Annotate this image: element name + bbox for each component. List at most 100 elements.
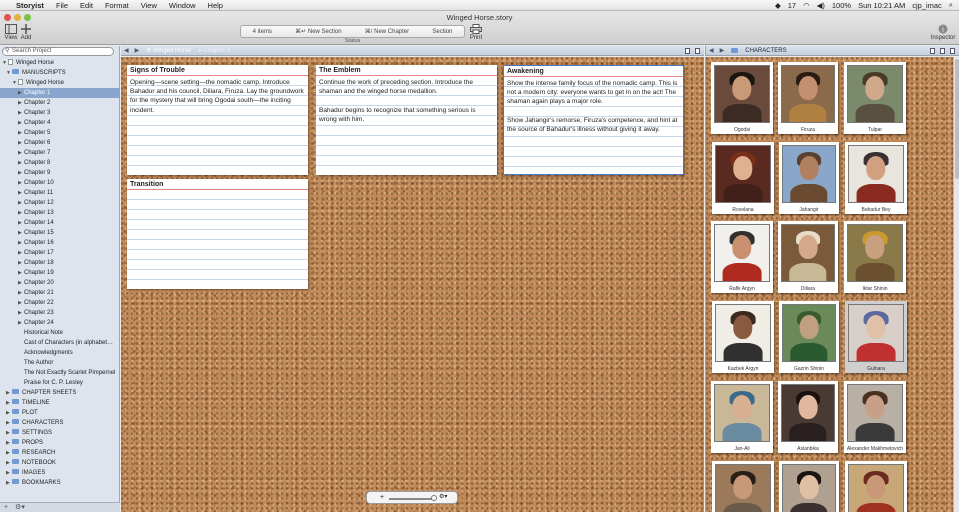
sidebar-chapter-item[interactable]: ▶ Chapter 11: [0, 188, 120, 198]
sidebar-document-item[interactable]: ▶Cast of Characters (in alphabet…: [0, 338, 120, 348]
sidebar-chapter-item[interactable]: ▶ Chapter 8: [0, 158, 120, 168]
sidebar-chapter-item[interactable]: ▶ Chapter 14: [0, 218, 120, 228]
index-card-selected[interactable]: Awakening Show the intense family focus …: [503, 65, 684, 175]
character-card[interactable]: [779, 461, 839, 512]
sidebar-document-item[interactable]: ▶Historical Note: [0, 328, 120, 338]
document-view-icon[interactable]: [940, 47, 945, 54]
sidebar-folder-item[interactable]: ▶ RESEARCH: [0, 448, 120, 458]
card-synopsis[interactable]: Continue the work of preceding section. …: [316, 76, 497, 124]
sidebar-chapter-item[interactable]: ▶ Chapter 2: [0, 98, 120, 108]
sidebar-chapter-item[interactable]: ▶ Chapter 24: [0, 318, 120, 328]
index-card[interactable]: Signs of Trouble Opening—scene setting—t…: [127, 65, 308, 175]
sidebar-folder-item[interactable]: ▶ PROPS: [0, 438, 120, 448]
calendar-badge[interactable]: 17: [788, 1, 796, 10]
character-card[interactable]: Bahadur Bey: [845, 142, 907, 214]
battery-status[interactable]: 100%: [832, 1, 851, 10]
character-card[interactable]: Ogodai: [711, 62, 773, 134]
sidebar-folder-item[interactable]: ▶ NOTEBOOK: [0, 458, 120, 468]
spotlight-icon[interactable]: ⌕: [949, 0, 953, 10]
sidebar-folder-item[interactable]: ▶ SETTINGS: [0, 428, 120, 438]
sidebar-chapter-item[interactable]: ▶ Chapter 7: [0, 148, 120, 158]
user-name[interactable]: cjp_imac: [912, 1, 942, 10]
add-item-icon[interactable]: +: [4, 504, 8, 511]
character-card[interactable]: Jahangir: [779, 142, 839, 214]
character-card[interactable]: Tulpar: [844, 62, 906, 134]
sidebar-folder-item[interactable]: ▶ CHAPTER SHEETS: [0, 388, 120, 398]
card-title[interactable]: Signs of Trouble: [127, 65, 308, 76]
card-title[interactable]: The Emblem: [316, 65, 497, 76]
tree-manuscripts-folder[interactable]: ▼ MANUSCRIPTS: [0, 68, 120, 78]
dropbox-icon[interactable]: ◆: [775, 1, 781, 10]
close-pane-icon[interactable]: [950, 47, 955, 54]
character-card[interactable]: Rafik Argyn: [711, 221, 773, 293]
menu-window[interactable]: Window: [163, 1, 202, 10]
sidebar-chapter-item[interactable]: ▶ Chapter 13: [0, 208, 120, 218]
forward-arrow-icon[interactable]: ▶: [717, 46, 728, 56]
menu-app-name[interactable]: Storyist: [14, 1, 50, 10]
index-card[interactable]: The Emblem Continue the work of precedin…: [316, 65, 497, 175]
sidebar-folder-item[interactable]: ▶ PLOT: [0, 408, 120, 418]
card-synopsis[interactable]: Show the intense family focus of the nom…: [504, 77, 683, 134]
clock[interactable]: Sun 10:21 AM: [858, 1, 905, 10]
sidebar-folder-item[interactable]: ▶ CHARACTERS: [0, 418, 120, 428]
sidebar-chapter-item[interactable]: ▶ Chapter 12: [0, 198, 120, 208]
gear-menu-icon[interactable]: ⚙▾: [15, 504, 25, 511]
sidebar-document-item[interactable]: ▶Acknowledgments: [0, 348, 120, 358]
character-card[interactable]: Kazbek Argyn: [712, 301, 774, 373]
character-card[interactable]: Iktar Shinin: [844, 221, 906, 293]
back-arrow-icon[interactable]: ◀: [121, 46, 132, 56]
sidebar-folder-item[interactable]: ▶ TIMELINE: [0, 398, 120, 408]
sidebar-chapter-item[interactable]: ▶ Chapter 18: [0, 258, 120, 268]
sidebar-document-item[interactable]: ▶Praise for C. P. Lesley: [0, 378, 120, 388]
card-synopsis[interactable]: [127, 190, 308, 192]
sidebar-chapter-item[interactable]: ▶ Chapter 19: [0, 268, 120, 278]
sidebar-document-item[interactable]: ▶The Not Exactly Scarlet Pimpernel: [0, 368, 120, 378]
print-button[interactable]: Print: [465, 24, 487, 41]
sidebar-chapter-item[interactable]: ▶ Chapter 15: [0, 228, 120, 238]
character-card[interactable]: Roxelana: [712, 142, 774, 214]
sidebar-chapter-item[interactable]: ▶ Chapter 5: [0, 128, 120, 138]
sidebar-chapter-item[interactable]: ▶ Chapter 22: [0, 298, 120, 308]
sidebar-chapter-item[interactable]: ▶ Chapter 3: [0, 108, 120, 118]
character-card[interactable]: Aslanbika: [778, 381, 838, 453]
character-card[interactable]: Diliara: [778, 221, 838, 293]
sidebar-chapter-item[interactable]: ▶ Chapter 1: [0, 88, 120, 98]
character-card[interactable]: Jan-Ali: [711, 381, 773, 453]
sidebar-folder-item[interactable]: ▶ IMAGES: [0, 468, 120, 478]
volume-icon[interactable]: ◀): [817, 1, 825, 10]
sidebar-chapter-item[interactable]: ▶ Chapter 21: [0, 288, 120, 298]
sidebar-chapter-item[interactable]: ▶ Chapter 16: [0, 238, 120, 248]
character-card[interactable]: [845, 461, 907, 512]
sidebar-document-item[interactable]: ▶The Author: [0, 358, 120, 368]
sidebar-chapter-item[interactable]: ▶ Chapter 4: [0, 118, 120, 128]
document-view-icon[interactable]: [695, 47, 700, 54]
index-card[interactable]: Transition: [127, 179, 308, 289]
sidebar-chapter-item[interactable]: ▶ Chapter 10: [0, 178, 120, 188]
scrollbar-thumb[interactable]: [955, 59, 959, 179]
inspector-button[interactable]: i Inspector: [930, 24, 956, 41]
split-view-icon[interactable]: [685, 47, 690, 54]
split-view-icon[interactable]: [930, 47, 935, 54]
breadcrumb-book[interactable]: ⊘ Winged Horse: [142, 46, 195, 56]
back-arrow-icon[interactable]: ◀: [706, 46, 717, 56]
menu-file[interactable]: File: [50, 1, 74, 10]
add-button[interactable]: Add: [15, 24, 37, 41]
card-title[interactable]: Transition: [127, 179, 308, 190]
zoom-in-icon[interactable]: +: [380, 492, 384, 503]
character-card[interactable]: Gulnara: [845, 301, 907, 373]
menu-view[interactable]: View: [135, 1, 163, 10]
character-card[interactable]: Alexander Makhmetovich: [844, 381, 906, 453]
sidebar-chapter-item[interactable]: ▶ Chapter 20: [0, 278, 120, 288]
tree-project-root[interactable]: ▼ Winged Horse: [0, 58, 120, 68]
sidebar-folder-item[interactable]: ▶ BOOKMARKS: [0, 478, 120, 488]
character-card[interactable]: Firuza: [778, 62, 838, 134]
breadcrumb-chapter[interactable]: ▸ Chapter 3: [195, 46, 234, 56]
vertical-scrollbar[interactable]: [953, 57, 959, 512]
menu-help[interactable]: Help: [202, 1, 229, 10]
character-card[interactable]: Gazrin Shinin: [779, 301, 839, 373]
forward-arrow-icon[interactable]: ▶: [132, 46, 143, 56]
tree-manuscript[interactable]: ▼ Winged Horse: [0, 78, 120, 88]
sidebar-chapter-item[interactable]: ▶ Chapter 17: [0, 248, 120, 258]
menu-format[interactable]: Format: [99, 1, 135, 10]
wifi-icon[interactable]: ◠: [803, 1, 810, 10]
